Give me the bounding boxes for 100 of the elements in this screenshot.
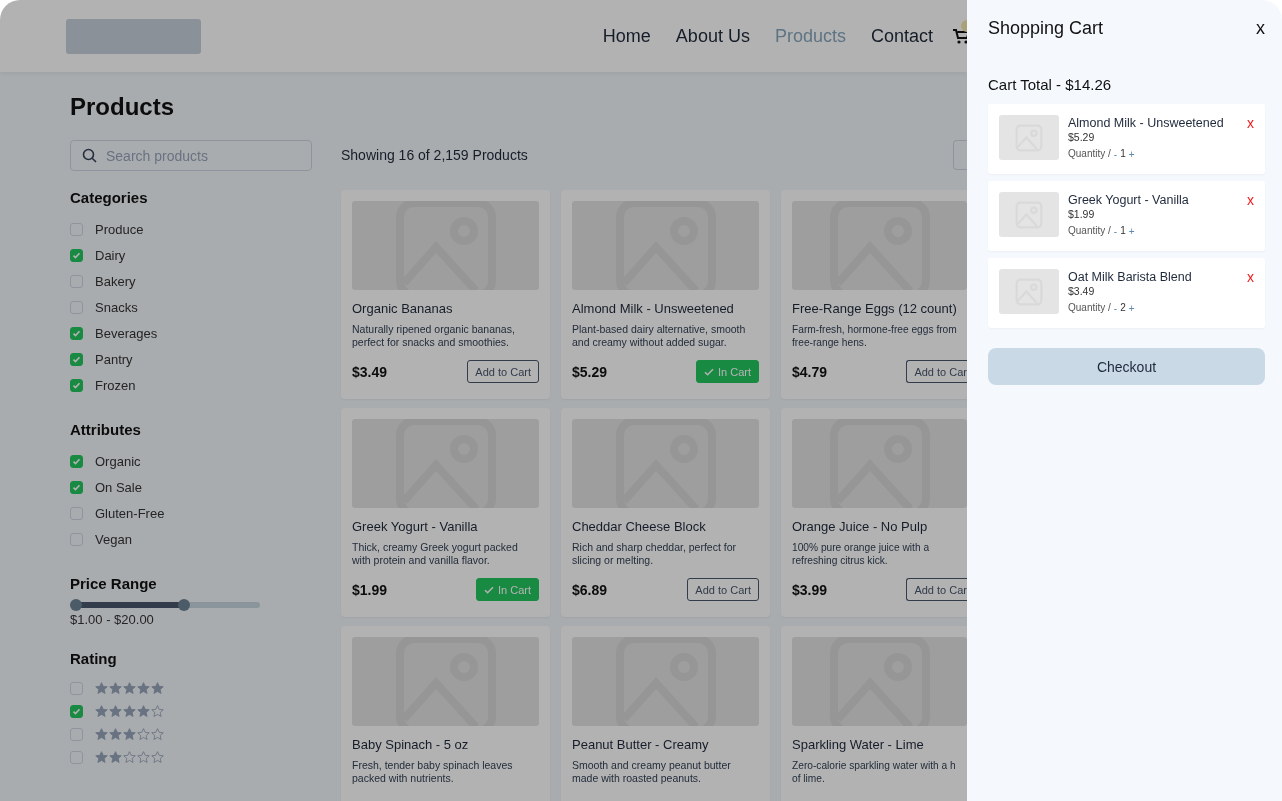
- checkbox[interactable]: [70, 728, 83, 741]
- increase-button[interactable]: +: [1128, 301, 1135, 315]
- cart-icon[interactable]: [953, 27, 967, 45]
- filter-label: Gluten-Free: [95, 505, 165, 521]
- quantity-label: Quantity /: [1068, 147, 1111, 161]
- checkbox[interactable]: [70, 751, 83, 764]
- filter-label: Vegan: [95, 531, 132, 547]
- item-price: $5.29: [1068, 131, 1096, 144]
- filled-star-icon: [137, 705, 150, 718]
- check-icon: [72, 354, 81, 364]
- checkbox[interactable]: [70, 454, 83, 468]
- product-price: $6.89: [572, 581, 608, 598]
- slider-thumb[interactable]: [69, 599, 82, 611]
- filter-label: Beverages: [95, 325, 158, 341]
- cart-total: Cart Total - $14.26: [988, 76, 1113, 93]
- check-icon: [72, 482, 81, 492]
- checkbox[interactable]: [70, 682, 83, 695]
- filter-heading: Attributes: [70, 420, 142, 440]
- decrease-button[interactable]: -: [1113, 224, 1118, 238]
- remove-button[interactable]: x: [1247, 115, 1254, 131]
- product-description: Thick, creamy Greek yogurt packed with protein and vanilla flavor.: [352, 541, 519, 567]
- product-description: Rich and sharp cheddar, perfect for slicing or melting.: [572, 541, 737, 567]
- increase-button[interactable]: +: [1128, 147, 1135, 161]
- check-icon: [72, 380, 81, 390]
- product-description: of lime.: [792, 772, 825, 785]
- quantity-label: Quantity /: [1068, 224, 1111, 238]
- checkbox[interactable]: [70, 705, 83, 718]
- product-description: Farm-fresh, hormone-free eggs from: [792, 323, 957, 336]
- remove-button[interactable]: x: [1247, 269, 1254, 285]
- slider-thumb[interactable]: [178, 599, 190, 611]
- filter-label: Dairy: [95, 247, 126, 263]
- filled-star-icon: [109, 682, 122, 695]
- product-description: 100% pure orange juice with a: [792, 541, 930, 554]
- page-title: Products: [70, 94, 175, 120]
- filled-star-icon: [123, 682, 136, 695]
- check-icon: [484, 584, 494, 595]
- item-name: Almond Milk - Unsweetened: [1068, 115, 1225, 131]
- checkout-button[interactable]: Checkout: [988, 348, 1265, 385]
- decrease-button[interactable]: -: [1113, 147, 1118, 161]
- result-count: Showing 16 of 2,159 Products: [341, 147, 528, 163]
- product-description: free-range hens.: [792, 336, 867, 349]
- product-description: Fresh, tender baby spinach leaves packed with nutrients.: [352, 759, 514, 785]
- checkbox[interactable]: [70, 326, 83, 340]
- logo-placeholder[interactable]: [66, 18, 201, 54]
- filled-star-icon: [151, 682, 164, 695]
- checkbox[interactable]: [70, 300, 83, 314]
- price-reading: $1.00 - $20.00: [70, 612, 155, 627]
- filter-label: Snacks: [95, 299, 138, 315]
- search-field[interactable]: Search products: [70, 140, 312, 171]
- add-to-cart-button[interactable]: Add to Car: [906, 578, 967, 601]
- add-to-cart-button[interactable]: Add to Cart: [687, 578, 759, 601]
- filled-star-icon: [95, 728, 108, 741]
- item-price: $1.99: [1068, 208, 1096, 221]
- product-price: $5.29: [572, 363, 608, 380]
- remove-button[interactable]: x: [1247, 192, 1254, 208]
- filled-star-icon: [109, 728, 122, 741]
- filled-star-icon: [109, 751, 122, 764]
- filter-heading: Price Range: [70, 574, 158, 594]
- filter-label: Bakery: [95, 273, 136, 289]
- checkbox[interactable]: [70, 352, 83, 366]
- nav-link[interactable]: About Us: [675, 25, 750, 47]
- filled-star-icon: [95, 682, 108, 695]
- check-icon: [72, 328, 81, 338]
- nav-link[interactable]: Products: [774, 25, 846, 47]
- price-slider[interactable]: [70, 602, 260, 608]
- product-description: Plant-based dairy alternative, smooth and creamy without added sugar.: [572, 323, 747, 349]
- quantity-value: 1: [1120, 147, 1126, 161]
- filter-label: Produce: [95, 221, 144, 237]
- product-name: Almond Milk - Unsweetened: [572, 301, 735, 317]
- checkbox[interactable]: [70, 274, 83, 288]
- empty-star-icon: [137, 751, 150, 764]
- checkbox[interactable]: [70, 222, 83, 236]
- add-to-cart-button[interactable]: Add to Car: [906, 360, 967, 383]
- product-description: refreshing citrus kick.: [792, 554, 888, 567]
- checkbox[interactable]: [70, 480, 83, 494]
- filled-star-icon: [137, 682, 150, 695]
- checkbox[interactable]: [70, 248, 83, 262]
- nav-link[interactable]: Home: [602, 25, 651, 47]
- checkbox[interactable]: [70, 378, 83, 392]
- increase-button[interactable]: +: [1128, 224, 1135, 238]
- product-name: Organic Bananas: [352, 301, 454, 317]
- product-name: Orange Juice - No Pulp: [792, 519, 929, 535]
- product-name: Cheddar Cheese Block: [572, 519, 707, 535]
- checkbox[interactable]: [70, 532, 83, 546]
- nav-link[interactable]: Contact: [870, 25, 933, 47]
- product-name: Baby Spinach - 5 oz: [352, 737, 470, 753]
- add-to-cart-button[interactable]: Add to Cart: [467, 360, 539, 383]
- filled-star-icon: [95, 705, 108, 718]
- product-description: Smooth and creamy peanut butter made with roasted peanuts.: [572, 759, 732, 785]
- cart-title: Shopping Cart: [988, 17, 1104, 39]
- checkbox[interactable]: [70, 506, 83, 520]
- item-price: $3.49: [1068, 285, 1096, 298]
- filter-heading: Rating: [70, 649, 118, 669]
- product-price: $3.49: [352, 363, 388, 380]
- product-price: $4.79: [792, 363, 828, 380]
- search-icon: [82, 148, 97, 163]
- decrease-button[interactable]: -: [1113, 301, 1118, 315]
- product-name: Peanut Butter - Creamy: [572, 737, 710, 753]
- empty-star-icon: [151, 728, 164, 741]
- close-button[interactable]: x: [1256, 17, 1265, 39]
